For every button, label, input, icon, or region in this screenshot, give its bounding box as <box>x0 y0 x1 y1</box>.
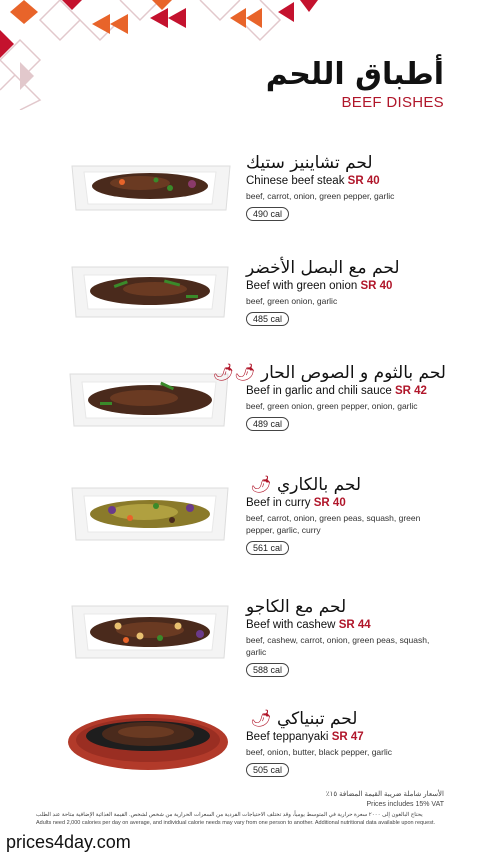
calorie-badge: 485 cal <box>246 312 290 326</box>
dish-photo <box>60 470 238 570</box>
dish-price: SR 47 <box>331 731 364 743</box>
dish-name-arabic: لحم بالكاري 🌶 <box>250 475 362 495</box>
calorie-badge: 588 cal <box>246 663 290 677</box>
title-english: BEEF DISHES <box>341 94 444 111</box>
dish-photo <box>60 590 238 690</box>
dish-name-english: Beef with green onion SR 40 <box>246 280 393 292</box>
dish-item: لحم تبنياكي 🌶 Beef teppanyaki SR 47 beef… <box>0 700 480 800</box>
dish-price: SR 44 <box>338 619 371 631</box>
dish-photo <box>60 245 238 345</box>
vat-notice-english: Prices includes 15% VAT <box>366 801 444 808</box>
nutrition-note-arabic: يحتاج البالغون إلى ٢٠٠٠ سعرة حرارية في ا… <box>36 812 423 818</box>
dish-item: لحم مع البصل الأخضر Beef with green onio… <box>0 245 480 345</box>
vat-notice-arabic: الأسعار شاملة ضريبة القيمة المضافة ١٥٪ <box>325 791 444 798</box>
dish-name-english: Beef in garlic and chili sauce SR 42 <box>246 385 427 397</box>
dish-name-arabic: لحم مع البصل الأخضر <box>246 258 400 278</box>
calorie-badge: 561 cal <box>246 541 290 555</box>
dish-price: SR 40 <box>313 497 346 509</box>
dish-ingredients: beef, carrot, onion, green pepper, garli… <box>246 191 395 201</box>
dish-item: لحم تشاينيز ستيك Chinese beef steak SR 4… <box>0 138 480 238</box>
calorie-badge: 505 cal <box>246 763 290 777</box>
dish-photo <box>60 700 238 800</box>
dish-name-english: Beef teppanyaki SR 47 <box>246 731 364 743</box>
dish-ingredients: beef, onion, butter, black pepper, garli… <box>246 747 393 757</box>
dish-ingredients: beef, green onion, garlic <box>246 296 338 306</box>
dish-name-english: Beef in curry SR 40 <box>246 497 346 509</box>
dish-price: SR 40 <box>347 175 380 187</box>
dish-name-english: Beef with cashew SR 44 <box>246 619 371 631</box>
dish-price: SR 42 <box>394 385 427 397</box>
dish-name-arabic: لحم بالثوم و الصوص الحار 🌶🌶 <box>212 363 446 383</box>
dish-ingredients: beef, cashew, carrot, onion, green peas,… <box>246 635 430 657</box>
dish-ingredients: beef, carrot, onion, green peas, squash,… <box>246 513 421 535</box>
dish-item: لحم مع الكاجو Beef with cashew SR 44 bee… <box>0 590 480 690</box>
dish-photo <box>60 138 238 238</box>
dish-name-arabic: لحم تبنياكي 🌶 <box>250 709 358 729</box>
nutrition-note-english: Adults need 2,000 calories per day on av… <box>36 820 436 826</box>
dish-ingredients: beef, green onion, green pepper, onion, … <box>246 401 418 411</box>
calorie-badge: 489 cal <box>246 417 290 431</box>
chili-icon: 🌶 <box>250 709 272 729</box>
title-arabic: أطباق اللحم <box>265 57 444 92</box>
vat-notice: الأسعار شاملة ضريبة القيمة المضافة ١٥٪ P… <box>326 790 444 810</box>
chili-icon: 🌶 <box>250 475 272 495</box>
dish-name-arabic: لحم مع الكاجو <box>246 597 347 617</box>
dish-price: SR 40 <box>360 280 393 292</box>
watermark: prices4day.com <box>6 832 131 852</box>
dish-item: لحم بالكاري 🌶 Beef in curry SR 40 beef, … <box>0 470 480 570</box>
dish-name-arabic: لحم تشاينيز ستيك <box>246 153 373 173</box>
nutrition-note: يحتاج البالغون إلى ٢٠٠٠ سعرة حرارية في ا… <box>36 811 460 827</box>
calorie-badge: 490 cal <box>246 207 290 221</box>
menu-header: أطباق اللحم BEEF DISHES <box>265 57 444 112</box>
dish-name-english: Chinese beef steak SR 40 <box>246 175 380 187</box>
chili-icon: 🌶🌶 <box>212 363 256 383</box>
dish-item: لحم بالثوم و الصوص الحار 🌶🌶 Beef in garl… <box>0 350 480 450</box>
